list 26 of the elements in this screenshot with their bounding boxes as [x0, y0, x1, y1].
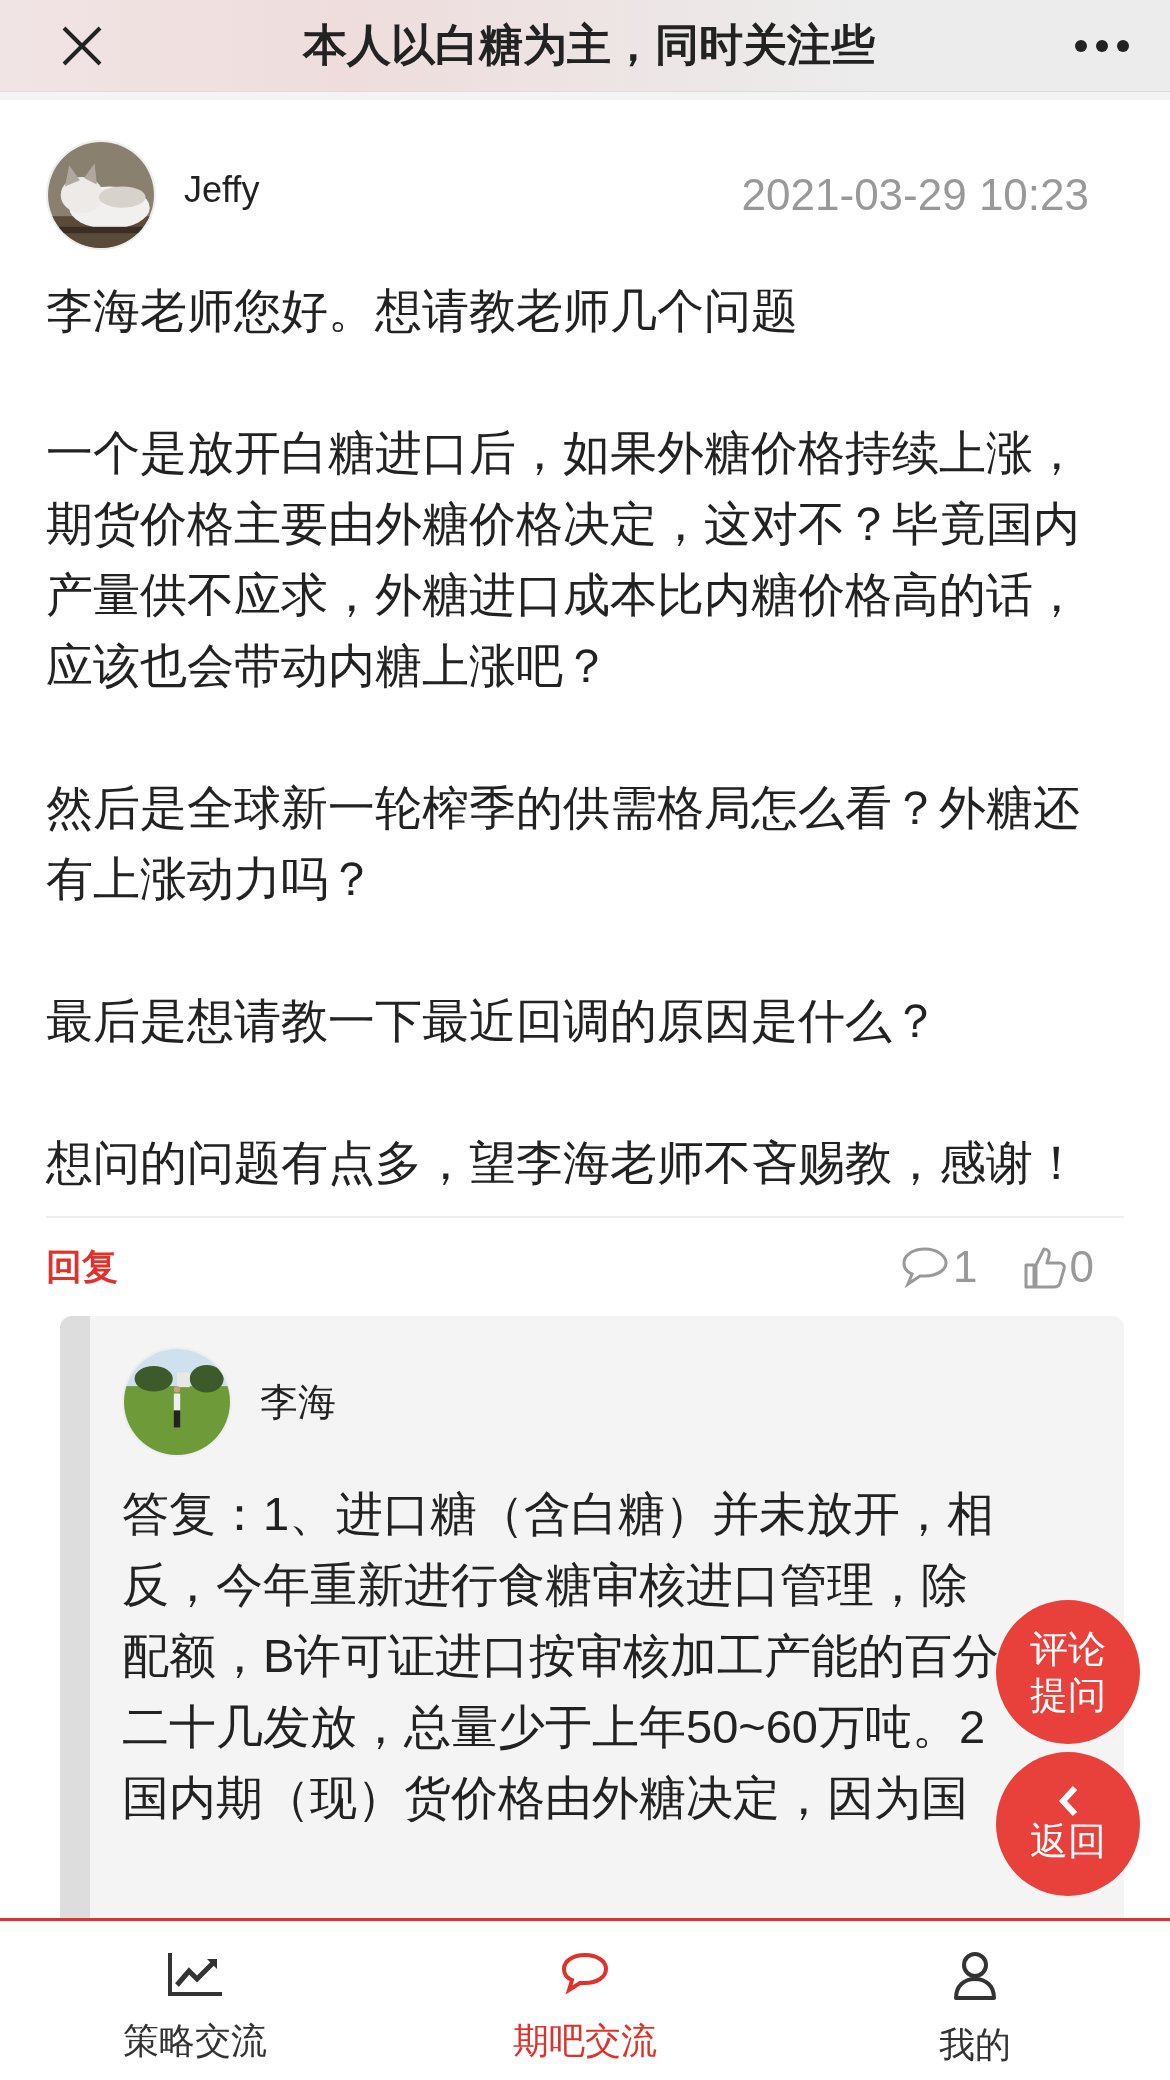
post-paragraph: 李海老师您好。想请教老师几个问题: [46, 283, 799, 339]
chat-icon: [560, 1951, 610, 1997]
reply-text-line: 二十几发放，总量少于上年50~60万吨。2: [122, 1699, 986, 1755]
nav-tab[interactable]: 策略交流: [0, 1921, 390, 2080]
reply-text-line: 答复：1、进口糖（含白糖）并未放开，相: [122, 1486, 995, 1542]
more-icon[interactable]: [1074, 38, 1130, 53]
reply-text-line: 反，今年重新进行食糖审核进口管理，除: [122, 1557, 968, 1613]
post-paragraph: 想问的问题有点多，望李海老师不吝赐教，感谢！: [46, 1135, 1081, 1191]
post-paragraph: 一个是放开白糖进口后，如果外糖价格持续上涨，期货价格主要由外糖价格决定，这对不？毕竟国内产量供不应求，外糖进口成本比内糖价格高的话，应该也会带动内糖上涨吧？: [46, 425, 1081, 694]
chevron-left-icon: [1057, 1784, 1079, 1818]
post-paragraph: 最后是想请教一下最近回调的原因是什么？: [46, 993, 940, 1049]
author-name: 李海: [260, 1379, 336, 1425]
thumbs-up-icon[interactable]: [1023, 1245, 1066, 1289]
post-paragraph: 然后是全球新一轮榨季的供需格局怎么看？外糖还有上涨动力吗？: [46, 780, 1081, 907]
author-name: Jeffy: [184, 169, 261, 211]
reply-text-line: 国内期（现）货价格由外糖决定，因为国: [122, 1770, 968, 1826]
post-time: 2021-03-29 10:23: [741, 170, 1089, 220]
comment-icon[interactable]: [901, 1246, 950, 1288]
page-title: 本人以白糖为主，同时关注些: [301, 19, 876, 71]
nav-tab[interactable]: 期吧交流: [390, 1921, 780, 2080]
reply-link[interactable]: 回复: [46, 1242, 902, 1292]
person-icon: [952, 1951, 998, 2001]
chart-icon: [167, 1951, 223, 1997]
like-count: 0: [1069, 1242, 1094, 1292]
nav-tab[interactable]: 我的: [780, 1921, 1170, 2080]
comment-count: 1: [953, 1242, 978, 1292]
